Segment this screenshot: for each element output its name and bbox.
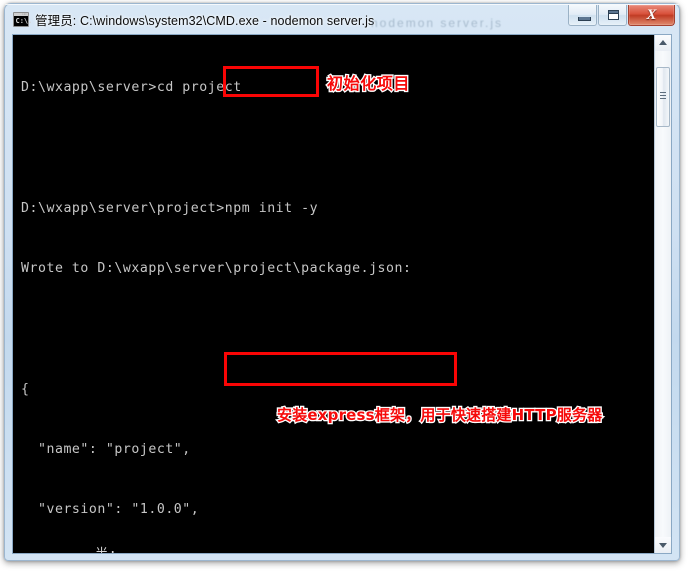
console-line: D:\wxapp\server\project>npm init -y — [21, 200, 319, 216]
close-button[interactable]: X — [628, 5, 675, 26]
console-line: { — [21, 381, 30, 397]
chevron-up-icon — [659, 40, 667, 45]
title-bar-ghost-text: nodemon server.js — [371, 16, 504, 30]
cmd-console-icon: ▫▫▫ C:\. — [13, 11, 32, 27]
console-line: "name": "project", — [21, 441, 191, 457]
console-line: Wrote to D:\wxapp\server\project\package… — [21, 261, 412, 277]
console-line: "version": "1.0.0", — [21, 502, 200, 518]
cmd-window: ▫▫▫ C:\. 管理员: C:\windows\system32\CMD.ex… — [4, 3, 680, 561]
console-line: D:\wxapp\server>cd project — [21, 80, 242, 96]
minimize-icon — [578, 17, 591, 21]
maximize-icon — [608, 10, 619, 20]
close-icon: X — [646, 7, 657, 23]
window-title: 管理员: C:\windows\system32\CMD.exe - nodem… — [35, 13, 375, 28]
console-output-area[interactable]: D:\wxapp\server>cd project D:\wxapp\serv… — [12, 34, 672, 554]
window-controls: X — [567, 5, 675, 27]
scrollbar-thumb[interactable] — [656, 67, 670, 127]
ime-indicator: 半: — [95, 543, 117, 553]
maximize-button[interactable] — [598, 5, 627, 26]
scroll-down-button[interactable] — [655, 537, 671, 553]
vertical-scrollbar[interactable] — [654, 35, 671, 553]
chevron-down-icon — [659, 543, 667, 548]
scrollbar-grip-icon — [660, 92, 666, 100]
console-text: D:\wxapp\server>cd project D:\wxapp\serv… — [21, 38, 651, 553]
scroll-up-button[interactable] — [655, 35, 671, 51]
minimize-button[interactable] — [568, 5, 597, 26]
